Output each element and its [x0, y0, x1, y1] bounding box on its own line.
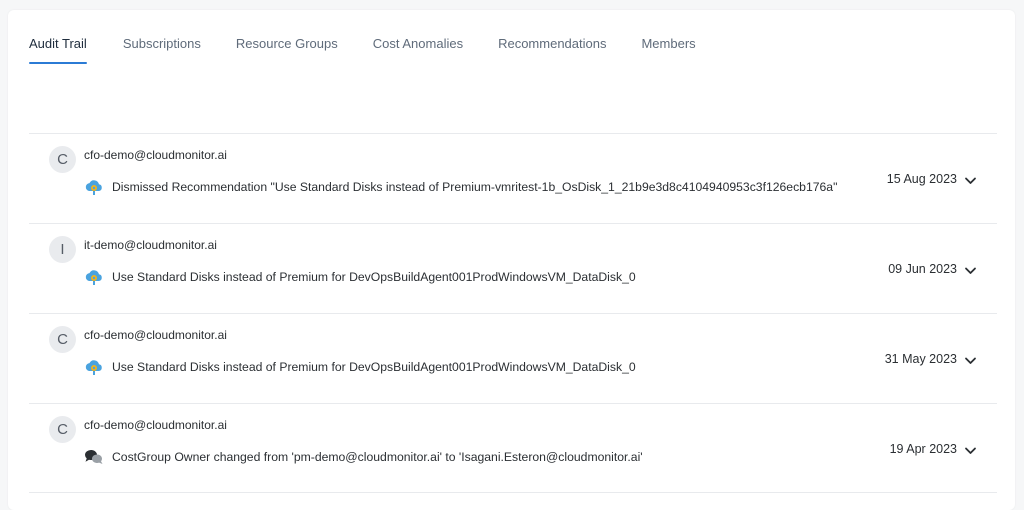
cloud-gear-icon	[85, 270, 102, 285]
cloud-gear-icon	[85, 180, 102, 195]
tab-recommendations[interactable]: Recommendations	[498, 34, 606, 64]
entry-date: 31 May 2023	[884, 352, 957, 366]
avatar: I	[49, 236, 76, 263]
avatar: C	[49, 416, 76, 443]
avatar: C	[49, 326, 76, 353]
chat-bubbles-icon	[84, 449, 103, 464]
entry-message: Use Standard Disks instead of Premium fo…	[112, 270, 636, 284]
audit-entry[interactable]: I it-demo@cloudmonitor.ai Use Standard D…	[29, 223, 997, 313]
entry-email: cfo-demo@cloudmonitor.ai	[84, 148, 227, 162]
entry-message: Use Standard Disks instead of Premium fo…	[112, 360, 636, 374]
chevron-down-icon[interactable]	[964, 354, 977, 367]
tab-members[interactable]: Members	[641, 34, 695, 64]
audit-card: Audit Trail Subscriptions Resource Group…	[8, 10, 1015, 510]
audit-entry[interactable]: C cfo-demo@cloudmonitor.ai Use Standard …	[29, 313, 997, 403]
entry-email: cfo-demo@cloudmonitor.ai	[84, 328, 227, 342]
chevron-down-icon[interactable]	[964, 444, 977, 457]
entry-message: Dismissed Recommendation "Use Standard D…	[112, 180, 838, 194]
chevron-down-icon[interactable]	[964, 174, 977, 187]
avatar: C	[49, 146, 76, 173]
entry-date: 09 Jun 2023	[888, 262, 957, 276]
audit-list: C cfo-demo@cloudmonitor.ai Dismissed Rec…	[29, 133, 997, 493]
entry-email: cfo-demo@cloudmonitor.ai	[84, 418, 227, 432]
tab-cost-anomalies[interactable]: Cost Anomalies	[373, 34, 463, 64]
tab-resource-groups[interactable]: Resource Groups	[236, 34, 338, 64]
cloud-gear-icon	[85, 360, 102, 375]
entry-message: CostGroup Owner changed from 'pm-demo@cl…	[112, 450, 643, 464]
tab-subscriptions[interactable]: Subscriptions	[123, 34, 201, 64]
tab-audit-trail[interactable]: Audit Trail	[29, 34, 87, 64]
entry-email: it-demo@cloudmonitor.ai	[84, 238, 217, 252]
entry-date: 15 Aug 2023	[886, 172, 957, 186]
tab-bar: Audit Trail Subscriptions Resource Group…	[29, 34, 696, 66]
audit-entry[interactable]: C cfo-demo@cloudmonitor.ai CostGroup Own…	[29, 403, 997, 493]
chevron-down-icon[interactable]	[964, 264, 977, 277]
entry-date: 19 Apr 2023	[889, 442, 957, 456]
audit-entry[interactable]: C cfo-demo@cloudmonitor.ai Dismissed Rec…	[29, 133, 997, 223]
